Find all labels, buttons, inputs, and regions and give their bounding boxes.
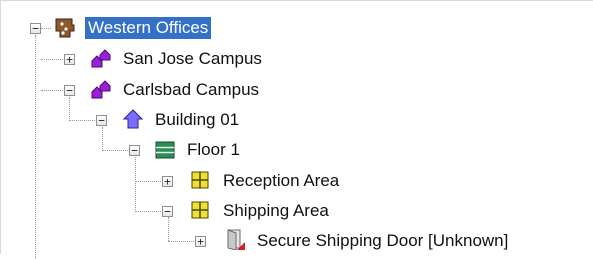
tree-connector [69,120,99,121]
tree-item-san-jose-campus[interactable]: San Jose Campus [120,48,265,70]
collapse-toggle[interactable]: − [30,23,41,34]
tree-connector [102,150,130,151]
tree-item-building-01[interactable]: Building 01 [152,109,242,131]
tree-connector [102,127,103,151]
floor-icon [155,141,175,159]
tree-connector [135,181,165,182]
expand-toggle[interactable]: + [195,236,206,247]
tree-item-secure-shipping-door[interactable]: Secure Shipping Door [Unknown] [254,230,511,252]
area-icon [191,171,209,189]
tree-item-carlsbad-campus[interactable]: Carlsbad Campus [120,79,262,101]
tree-connector [35,35,36,259]
tree-view[interactable]: − Western Offices + San Jose Campus − Ca… [0,0,593,259]
expand-toggle[interactable]: + [64,54,75,65]
tree-item-shipping-area[interactable]: Shipping Area [220,200,332,222]
campus-icon [91,49,111,68]
collapse-toggle[interactable]: − [162,206,173,217]
door-icon [227,229,245,250]
tree-connector [41,28,51,29]
expand-toggle[interactable]: + [162,176,173,187]
collapse-toggle[interactable]: − [64,85,75,96]
collapse-toggle[interactable]: − [129,145,140,156]
tree-connector [69,97,70,121]
building-icon [122,109,144,129]
collapse-toggle[interactable]: − [96,115,107,126]
area-icon [191,201,209,219]
tree-item-reception-area[interactable]: Reception Area [220,170,342,192]
region-icon [55,18,75,38]
tree-item-floor-1[interactable]: Floor 1 [184,139,243,161]
tree-item-western-offices[interactable]: Western Offices [85,17,212,39]
tree-connector [168,217,169,241]
tree-connector [135,157,136,212]
tree-connector [168,241,198,242]
tree-connector [135,211,165,212]
campus-icon [91,80,111,99]
